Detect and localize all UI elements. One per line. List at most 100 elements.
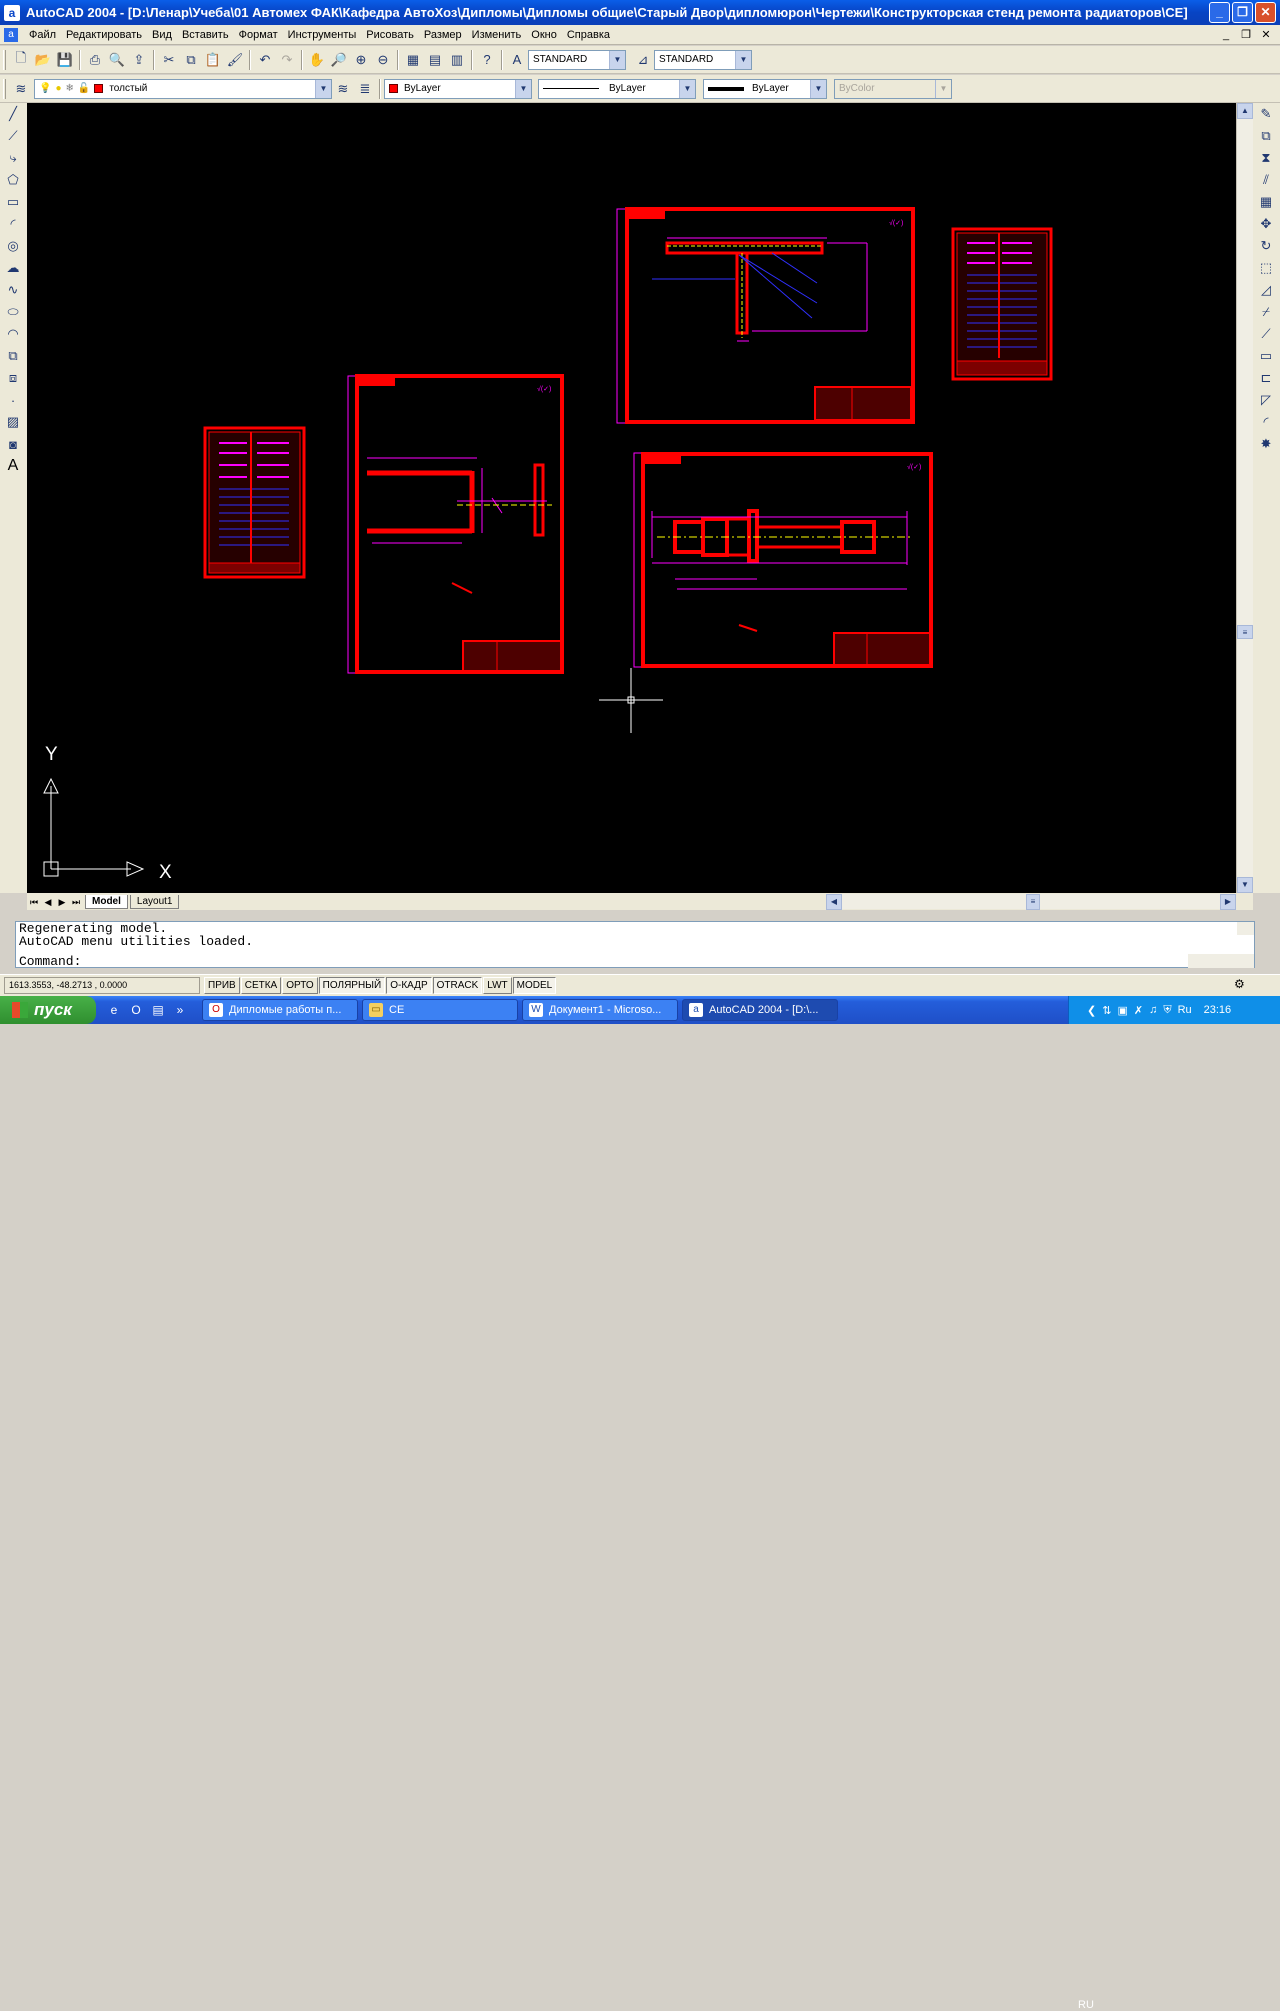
multiline-text-icon[interactable]: A bbox=[1, 455, 25, 477]
break-at-point-icon[interactable]: ▭ bbox=[1254, 345, 1278, 367]
tray-settings-icon[interactable]: ⚙ bbox=[1234, 977, 1252, 994]
new-icon[interactable]: 🗋 bbox=[10, 49, 32, 71]
notepad-icon[interactable]: ▤ bbox=[150, 1002, 166, 1018]
ie-icon[interactable]: e bbox=[106, 1002, 122, 1018]
polygon-icon[interactable]: ⬠ bbox=[1, 169, 25, 191]
chevron-down-icon[interactable]: ▼ bbox=[679, 79, 695, 98]
layer-previous-icon[interactable]: ≣ bbox=[354, 78, 376, 100]
line-icon[interactable]: ╱ bbox=[1, 103, 25, 125]
polar-toggle[interactable]: ПОЛЯРНЫЙ bbox=[318, 977, 386, 994]
insert-block-icon[interactable]: ⧉ bbox=[1, 345, 25, 367]
maximize-button[interactable]: ❐ bbox=[1232, 2, 1253, 23]
scroll-up-icon[interactable]: ▲ bbox=[1237, 103, 1253, 119]
region-icon[interactable]: ◙ bbox=[1, 433, 25, 455]
make-block-icon[interactable]: ⧈ bbox=[1, 367, 25, 389]
zoom-window-icon[interactable]: ⊕ bbox=[350, 49, 372, 71]
offset-icon[interactable]: ⫽ bbox=[1254, 169, 1278, 191]
match-properties-icon[interactable]: 🖌 bbox=[224, 49, 246, 71]
command-scrollbar[interactable] bbox=[1237, 922, 1254, 935]
move-icon[interactable]: ✥ bbox=[1254, 213, 1278, 235]
chamfer-icon[interactable]: ◸ bbox=[1254, 389, 1278, 411]
chevron-down-icon[interactable]: ▼ bbox=[315, 79, 331, 98]
chevron-down-icon[interactable]: ▼ bbox=[735, 50, 751, 69]
help-icon[interactable]: ? bbox=[476, 49, 498, 71]
scale-icon[interactable]: ⬚ bbox=[1254, 257, 1278, 279]
last-tab-icon[interactable]: ⏭ bbox=[69, 895, 83, 909]
ellipse-arc-icon[interactable]: ◠ bbox=[1, 323, 25, 345]
otrack-toggle[interactable]: OTRACK bbox=[432, 977, 483, 994]
tab-model[interactable]: Model bbox=[85, 894, 128, 909]
polyline-icon[interactable]: ⤷ bbox=[1, 147, 25, 169]
design-center-icon[interactable]: ▤ bbox=[424, 49, 446, 71]
coordinates-readout[interactable]: 1613.3553, -48.2713 , 0.0000 bbox=[4, 977, 200, 994]
menu-help[interactable]: Справка bbox=[562, 29, 615, 41]
menu-view[interactable]: Вид bbox=[147, 29, 177, 41]
text-style-icon[interactable]: A bbox=[506, 49, 528, 71]
toolbar-grip[interactable] bbox=[3, 78, 6, 99]
save-icon[interactable]: 💾 bbox=[54, 49, 76, 71]
menu-format[interactable]: Формат bbox=[234, 29, 283, 41]
color-select[interactable]: ByLayer ▼ bbox=[384, 78, 532, 99]
grid-toggle[interactable]: СЕТКА bbox=[240, 977, 282, 994]
chevron-down-icon[interactable]: ▼ bbox=[609, 50, 625, 69]
task-word[interactable]: W Документ1 - Microso... bbox=[522, 999, 678, 1021]
tray-lang[interactable]: Ru bbox=[1178, 1004, 1192, 1016]
arc-icon[interactable]: ◜ bbox=[1, 213, 25, 235]
drawing-sheet-3[interactable]: √(✓) bbox=[633, 452, 933, 668]
menu-file[interactable]: Файл bbox=[24, 29, 61, 41]
task-folder[interactable]: ▭ CE bbox=[362, 999, 518, 1021]
drawing-sheet-1[interactable]: √(✓) bbox=[347, 374, 564, 674]
vertical-scrollbar[interactable]: ▲ ≡ ▼ bbox=[1236, 103, 1253, 893]
mirror-icon[interactable]: ⧗ bbox=[1254, 147, 1278, 169]
command-hscrollbar[interactable] bbox=[1188, 954, 1254, 968]
task-autocad[interactable]: a AutoCAD 2004 - [D:\... bbox=[682, 999, 838, 1021]
fillet-icon[interactable]: ◜ bbox=[1254, 411, 1278, 433]
spec-sheet-right[interactable] bbox=[951, 227, 1053, 381]
dim-style-icon[interactable]: ⊿ bbox=[632, 49, 654, 71]
toolbar-grip[interactable] bbox=[3, 49, 6, 70]
pan-realtime-icon[interactable]: ✋ bbox=[306, 49, 328, 71]
chevron-right-icon[interactable]: » bbox=[172, 1002, 188, 1018]
command-window[interactable]: Regenerating model. AutoCAD menu utiliti… bbox=[15, 921, 1255, 968]
break-icon[interactable]: ⊏ bbox=[1254, 367, 1278, 389]
scroll-down-icon[interactable]: ▼ bbox=[1237, 877, 1253, 893]
lineweight-select[interactable]: ByLayer ▼ bbox=[703, 78, 827, 99]
construction-line-icon[interactable]: ⟋ bbox=[1, 125, 25, 147]
minimize-button[interactable]: _ bbox=[1209, 2, 1230, 23]
drawing-sheet-2[interactable]: √(✓) bbox=[616, 207, 915, 424]
trim-icon[interactable]: ⌿ bbox=[1254, 301, 1278, 323]
ellipse-icon[interactable]: ⬭ bbox=[1, 301, 25, 323]
hatch-icon[interactable]: ▨ bbox=[1, 411, 25, 433]
tray-volume-icon[interactable]: ♫ bbox=[1149, 1004, 1157, 1016]
chevron-down-icon[interactable]: ▼ bbox=[515, 79, 531, 98]
zoom-realtime-icon[interactable]: 🔎 bbox=[328, 49, 350, 71]
make-object-layer-current-icon[interactable]: ≋ bbox=[332, 78, 354, 100]
horizontal-scrollbar[interactable]: ◀ ≡ ▶ bbox=[826, 894, 1236, 910]
tray-arrow-icon[interactable]: ❮ bbox=[1087, 1004, 1096, 1017]
rotate-icon[interactable]: ↻ bbox=[1254, 235, 1278, 257]
task-opera[interactable]: O Дипломые работы п... bbox=[202, 999, 358, 1021]
snap-toggle[interactable]: ПРИВ bbox=[204, 977, 240, 994]
print-icon[interactable]: ⎙ bbox=[84, 49, 106, 71]
tool-palettes-icon[interactable]: ▥ bbox=[446, 49, 468, 71]
spec-sheet-left[interactable] bbox=[203, 426, 306, 579]
zoom-previous-icon[interactable]: ⊖ bbox=[372, 49, 394, 71]
doc-close-icon[interactable]: ✕ bbox=[1258, 28, 1274, 42]
paste-icon[interactable]: 📋 bbox=[202, 49, 224, 71]
erase-icon[interactable]: ✎ bbox=[1254, 103, 1278, 125]
model-toggle[interactable]: MODEL bbox=[512, 977, 557, 994]
hscroll-thumb[interactable]: ≡ bbox=[1026, 894, 1040, 910]
menu-dimension[interactable]: Размер bbox=[419, 29, 467, 41]
ortho-toggle[interactable]: ОРТО bbox=[282, 977, 318, 994]
open-icon[interactable]: 📂 bbox=[32, 49, 54, 71]
menu-insert[interactable]: Вставить bbox=[177, 29, 234, 41]
first-tab-icon[interactable]: ⏮ bbox=[27, 895, 41, 909]
properties-icon[interactable]: ▦ bbox=[402, 49, 424, 71]
tab-layout1[interactable]: Layout1 bbox=[129, 894, 180, 909]
layer-manager-icon[interactable]: ≋ bbox=[10, 78, 32, 100]
circle-icon[interactable]: ◎ bbox=[1, 235, 25, 257]
menu-window[interactable]: Окно bbox=[526, 29, 562, 41]
rectangle-icon[interactable]: ▭ bbox=[1, 191, 25, 213]
prev-tab-icon[interactable]: ◀ bbox=[41, 895, 55, 909]
point-icon[interactable]: · bbox=[1, 389, 25, 411]
